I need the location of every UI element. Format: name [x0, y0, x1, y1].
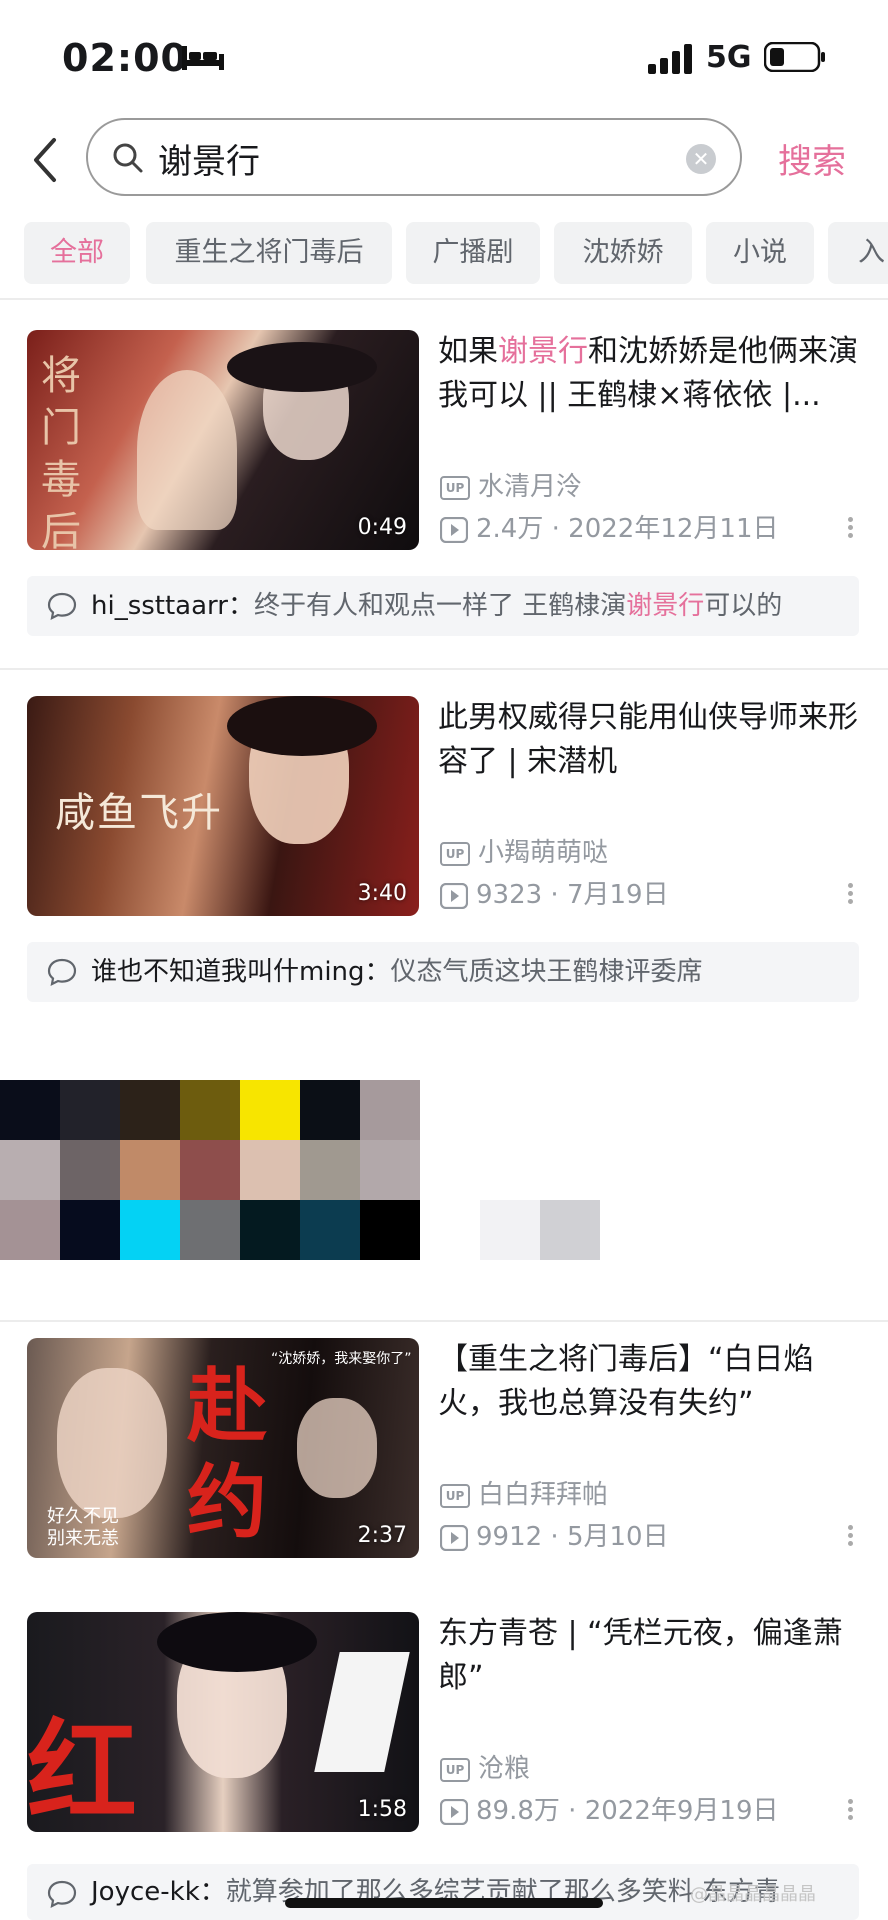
video-duration: 3:40	[357, 881, 407, 906]
battery-icon	[764, 42, 825, 72]
thumbnail-caption: 将门毒后	[41, 353, 81, 550]
tab-radio-drama[interactable]: 广播剧	[406, 222, 540, 284]
video-title[interactable]: 此男权威得只能用仙侠导师来形容了 | 宋潜机	[438, 696, 858, 784]
video-title[interactable]: 如果谢景行和沈娇娇是他俩来演我可以 || 王鹤棣×蒋依依 |...	[438, 330, 858, 418]
video-title[interactable]: 【重生之将门毒后】“白日焰火，我也总算没有失约”	[438, 1338, 858, 1426]
video-thumbnail[interactable]: 将门毒后 0:49	[27, 330, 419, 550]
search-submit-button[interactable]: 搜索	[778, 134, 846, 183]
upload-date: 7月19日	[566, 880, 669, 910]
search-input[interactable]	[158, 134, 638, 182]
home-indicator[interactable]	[285, 1898, 603, 1908]
search-box[interactable]: ✕	[86, 118, 742, 196]
video-title[interactable]: 东方青苍 | “凭栏元夜，偏逢萧郎”	[438, 1612, 858, 1700]
video-thumbnail[interactable]: 咸鱼飞升 3:40	[27, 696, 419, 916]
sleep-mode-icon	[182, 46, 224, 70]
video-duration: 0:49	[357, 515, 407, 540]
thumbnail-caption: 红	[27, 1707, 137, 1832]
uploader-name: 沧粮	[478, 1754, 531, 1784]
tab-more[interactable]: 入	[828, 222, 888, 284]
search-header: ✕ 搜索	[0, 110, 888, 210]
more-options-icon[interactable]	[840, 1522, 860, 1556]
back-arrow-icon[interactable]	[24, 132, 68, 188]
thumbnail-caption: 咸鱼飞升	[55, 790, 223, 836]
tab-character[interactable]: 沈娇娇	[554, 222, 692, 284]
view-count: 9912	[476, 1522, 543, 1552]
upload-date: 2022年9月19日	[584, 1796, 779, 1826]
up-badge-icon: UP	[440, 1483, 470, 1508]
comment-icon	[47, 958, 77, 986]
comment-user: Joyce-kk：	[91, 1877, 226, 1907]
play-count-icon	[440, 516, 468, 543]
thumbnail-subtitle: 好久不见 别来无恙	[47, 1506, 119, 1549]
uploader-row[interactable]: UP 沧粮	[440, 1752, 530, 1786]
uploader-row[interactable]: UP 水清月泠	[440, 470, 582, 504]
view-count: 2.4万	[476, 514, 544, 544]
thumbnail-caption: 赴约	[187, 1359, 267, 1549]
divider	[0, 668, 888, 670]
play-count-icon	[440, 1524, 468, 1551]
up-badge-icon: UP	[440, 841, 470, 866]
up-badge-icon: UP	[440, 475, 470, 500]
tab-all[interactable]: 全部	[24, 222, 130, 284]
upload-date: 5月10日	[566, 1522, 669, 1552]
divider	[0, 1320, 888, 1322]
thumbnail-quote: “沈娇娇，我来娶你了”	[271, 1351, 412, 1367]
status-time: 02:00	[62, 36, 188, 80]
stats-row: 2.4万 · 2022年12月11日	[440, 512, 779, 546]
uploader-row[interactable]: UP 白白拜拜帕	[440, 1478, 608, 1512]
video-duration: 1:58	[357, 1797, 407, 1822]
uploader-name: 白白拜拜帕	[478, 1480, 609, 1510]
clear-search-button[interactable]: ✕	[686, 144, 716, 174]
uploader-row[interactable]: UP 小羯萌萌哒	[440, 836, 608, 870]
more-options-icon[interactable]	[840, 880, 860, 914]
play-count-icon	[440, 1798, 468, 1825]
video-thumbnail[interactable]: 赴约 “沈娇娇，我来娶你了” 好久不见 别来无恙 2:37	[27, 1338, 419, 1558]
stats-row: 9323 · 7月19日	[440, 878, 669, 912]
uploader-name: 小羯萌萌哒	[478, 838, 609, 868]
watermark: @晶晶晶晶晶晶	[690, 1884, 816, 1905]
comment-user: 谁也不知道我叫什ming：	[91, 957, 391, 987]
status-bar: 02:00 5G	[0, 0, 888, 110]
more-options-icon[interactable]	[840, 514, 860, 548]
play-count-icon	[440, 882, 468, 909]
tab-novel[interactable]: 小说	[706, 222, 814, 284]
comment-icon	[47, 1880, 77, 1908]
video-duration: 2:37	[357, 1523, 407, 1548]
uploader-name: 水清月泠	[478, 472, 583, 502]
up-badge-icon: UP	[440, 1757, 470, 1782]
stats-row: 89.8万 · 2022年9月19日	[440, 1794, 779, 1828]
top-comment[interactable]: hi_ssttaarr：终于有人和观点一样了 王鹤棣演谢景行可以的	[27, 576, 859, 636]
divider	[0, 298, 888, 300]
video-thumbnail[interactable]: 红 1:58	[27, 1612, 419, 1832]
more-options-icon[interactable]	[840, 1796, 860, 1830]
comment-user: hi_ssttaarr：	[91, 591, 254, 621]
network-label: 5G	[706, 40, 752, 75]
view-count: 9323	[476, 880, 543, 910]
search-icon	[113, 143, 143, 173]
signal-icon	[648, 44, 692, 74]
view-count: 89.8万	[476, 1796, 560, 1826]
pixelated-ad-block	[0, 1080, 600, 1260]
filter-tabs: 全部 重生之将门毒后 广播剧 沈娇娇 小说 入	[0, 222, 888, 284]
top-comment[interactable]: 谁也不知道我叫什ming：仪态气质这块王鹤棣评委席	[27, 942, 859, 1002]
upload-date: 2022年12月11日	[568, 514, 779, 544]
tab-novel-series[interactable]: 重生之将门毒后	[146, 222, 392, 284]
comment-icon	[47, 592, 77, 620]
stats-row: 9912 · 5月10日	[440, 1520, 669, 1554]
